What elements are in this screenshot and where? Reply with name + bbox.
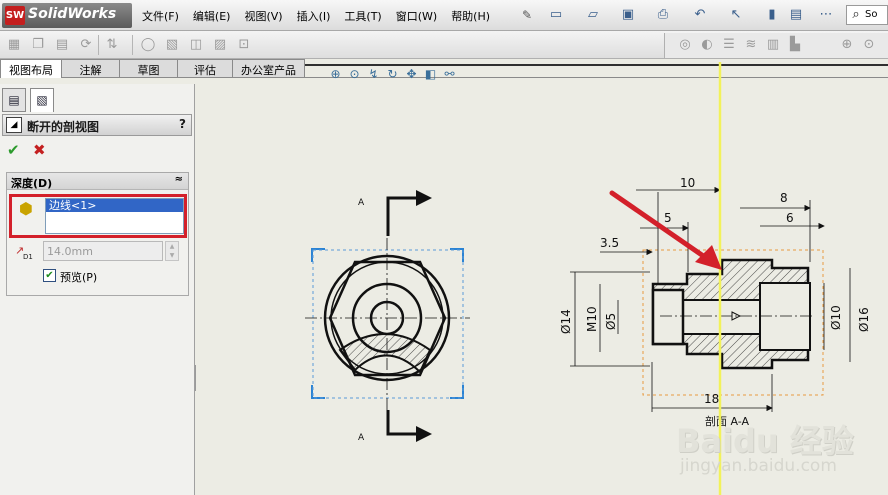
dim-phi16[interactable]: Ø16 — [857, 307, 871, 332]
dim-m10[interactable]: M10 — [585, 306, 599, 332]
annotation-arrowhead — [695, 245, 722, 270]
dim-phi14[interactable]: Ø14 — [559, 309, 573, 334]
dim-6[interactable]: 6 — [786, 211, 794, 225]
dim-phi10[interactable]: Ø10 — [829, 305, 843, 330]
section-view[interactable]: 10 8 5 6 3.5 Ø14 M10 Ø5 Ø10 Ø16 18 剖面 A-… — [559, 176, 871, 428]
section-letter-top: A — [358, 198, 365, 208]
front-view[interactable]: A A — [305, 190, 470, 443]
dim-5[interactable]: 5 — [664, 211, 672, 225]
watermark-url: jingyan.baidu.com — [680, 456, 837, 476]
section-letter-bottom: A — [358, 433, 365, 443]
dim-18[interactable]: 18 — [704, 392, 719, 406]
dim-3-5[interactable]: 3.5 — [600, 236, 619, 250]
dim-phi5[interactable]: Ø5 — [604, 313, 618, 330]
dim-10[interactable]: 10 — [680, 176, 695, 190]
dim-8[interactable]: 8 — [780, 191, 788, 205]
